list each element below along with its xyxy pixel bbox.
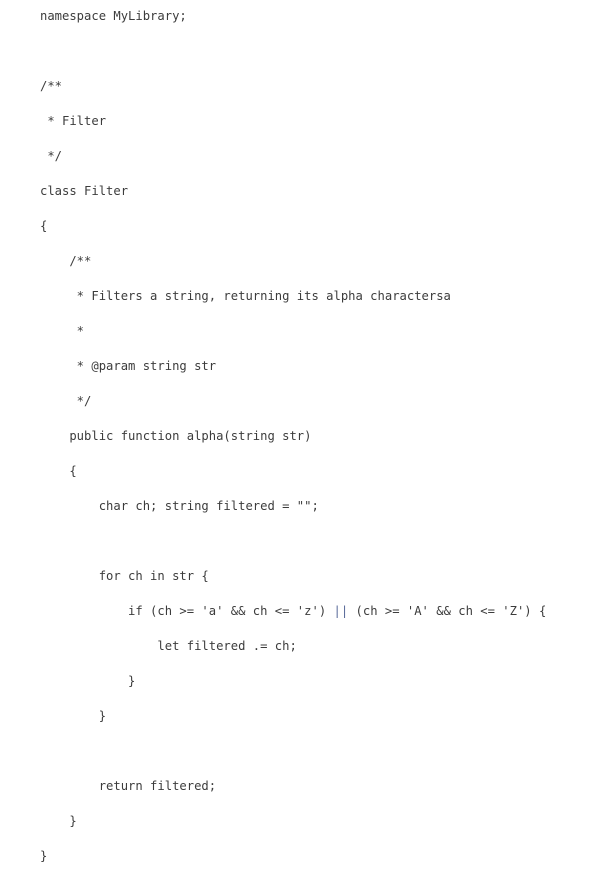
code-line: } [40, 674, 136, 688]
code-line: /** [40, 79, 63, 93]
code-line: */ [40, 394, 92, 408]
code-line: if (ch >= 'a' && ch <= 'z') || (ch >= 'A… [40, 604, 547, 618]
code-block[interactable]: namespace MyLibrary; /** * Filter */ cla… [40, 8, 608, 883]
code-line: * Filters a string, returning its alpha … [40, 289, 451, 303]
code-line: { [40, 219, 48, 233]
code-line: char ch; string filtered = ""; [40, 499, 319, 513]
code-line: * @param string str [40, 359, 217, 373]
code-listing-surface: namespace MyLibrary; /** * Filter */ cla… [0, 0, 608, 863]
code-line: namespace MyLibrary; [40, 9, 187, 23]
code-line: */ [40, 149, 63, 163]
code-line: for ch in str { [40, 569, 209, 583]
code-line: let filtered .= ch; [40, 639, 297, 653]
code-line: /** [40, 254, 92, 268]
code-line: { [40, 464, 77, 478]
code-line: * Filter [40, 114, 107, 128]
logical-or-operator: || [333, 604, 349, 618]
code-line: * [40, 324, 85, 338]
code-line: class Filter [40, 184, 129, 198]
code-line: public function alpha(string str) [40, 429, 312, 443]
code-line: } [40, 849, 48, 863]
code-line: } [40, 709, 107, 723]
code-line: } [40, 814, 77, 828]
code-line: return filtered; [40, 779, 217, 793]
